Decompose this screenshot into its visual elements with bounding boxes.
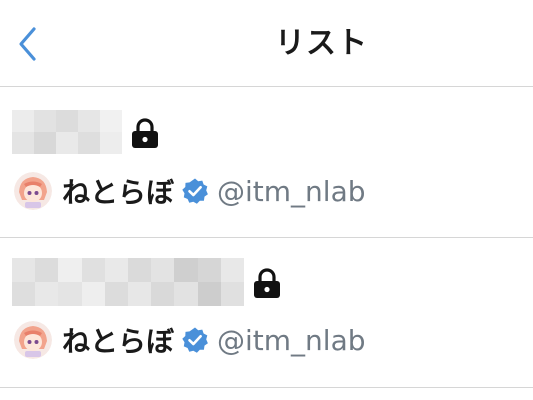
owner-handle: @itm_nlab <box>217 174 366 208</box>
owner-display-name: ねとらぼ <box>62 325 175 358</box>
verified-badge-icon <box>181 177 209 205</box>
lock-icon <box>130 115 162 149</box>
avatar <box>14 321 52 359</box>
obscured-list-name <box>12 110 122 154</box>
owner-handle: @itm_nlab <box>217 323 366 357</box>
list-item[interactable]: ねとらぼ @itm_nlab <box>0 238 533 388</box>
list-name <box>12 110 162 154</box>
owner-display-name: ねとらぼ <box>62 176 175 209</box>
list-item[interactable]: ねとらぼ @itm_nlab <box>0 87 533 238</box>
obscured-list-name <box>12 258 244 306</box>
verified-badge-icon <box>181 326 209 354</box>
navigation-bar: リスト <box>0 0 533 87</box>
page-title: リスト <box>275 26 368 61</box>
lock-icon <box>252 265 284 299</box>
list-owner: ねとらぼ @itm_nlab <box>14 171 366 211</box>
list-name <box>12 258 284 306</box>
avatar <box>14 172 52 210</box>
lists-screen: リスト ねとらぼ @itm_nlab ねとらぼ @itm_nlab <box>0 0 533 400</box>
list-owner: ねとらぼ @itm_nlab <box>14 320 366 360</box>
